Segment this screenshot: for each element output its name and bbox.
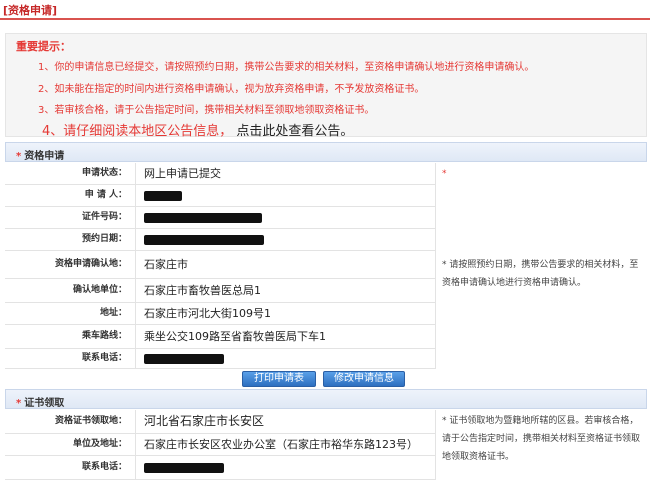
- table-row: 申请状态： 网上申请已提交: [5, 163, 435, 185]
- table-row: 预约日期：: [5, 229, 435, 251]
- notice-heading: 重要提示：: [16, 40, 71, 53]
- row-label: 预约日期：: [5, 229, 133, 250]
- table-row: 申 请 人：: [5, 185, 435, 207]
- section-apply-title: * 资格申请: [16, 151, 65, 162]
- notice-item-3: 3、若审核合格，请于公告指定时间，携带相关材料至领取地领取资格证书。: [38, 105, 375, 116]
- row-label: 证件号码：: [5, 207, 133, 228]
- row-label: 申 请 人：: [5, 185, 133, 206]
- view-announcement-link[interactable]: 点击此处查看公告。: [236, 124, 353, 139]
- section-cert-title: * 证书领取: [16, 398, 65, 409]
- redacted-block: [144, 235, 264, 245]
- cert-note-text: * 证书领取地为暨籍地所辖的区县。若审核合格，请于公告指定时间，携带相关材料至资…: [442, 416, 641, 462]
- apply-side-note: * * 请按照预约日期，携带公告要求的相关材料，至资格申请确认地进行资格申请确认…: [435, 163, 647, 369]
- page-header: [资格申请]: [0, 0, 650, 20]
- row-label: 联系电话：: [5, 349, 133, 368]
- important-notice: 重要提示： 1、你的申请信息已经提交，请按照预约日期，携带公告要求的相关材料，至…: [5, 33, 647, 139]
- apply-note-text: * 请按照预约日期，携带公告要求的相关材料，至资格申请确认地进行资格申请确认。: [442, 260, 639, 288]
- cert-pickup-location: 河北省石家庄市长安区: [135, 410, 435, 433]
- table-row: 资格证书领取地： 河北省石家庄市长安区: [5, 410, 435, 434]
- applicant-name: [135, 185, 435, 206]
- application-status: 网上申请已提交: [135, 163, 435, 184]
- notice-item-4-text: 4、请仔细阅读本地区公告信息，: [42, 124, 233, 139]
- table-row: 确认地单位： 石家庄市畜牧兽医总局1: [5, 279, 435, 303]
- notice-item-2: 2、如未能在指定的时间内进行资格申请确认，视为放弃资格申请，不予发放资格证书。: [38, 84, 425, 95]
- redacted-block: [144, 463, 224, 473]
- section-apply-header: * 资格申请: [5, 142, 647, 162]
- appointment-date: [135, 229, 435, 250]
- redacted-block: [144, 213, 262, 223]
- row-label: 资格证书领取地：: [5, 410, 133, 433]
- cert-side-note: * 证书领取地为暨籍地所辖的区县。若审核合格，请于公告指定时间，携带相关材料至资…: [435, 410, 647, 480]
- table-row: 乘车路线： 乘坐公交109路至省畜牧兽医局下车1: [5, 325, 435, 349]
- table-row: 资格申请确认地： 石家庄市: [5, 251, 435, 279]
- row-label: 单位及地址：: [5, 434, 133, 455]
- cert-unit-address: 石家庄市长安区农业办公室（石家庄市裕华东路123号）: [135, 434, 435, 455]
- notice-item-1: 1、你的申请信息已经提交，请按照预约日期，携带公告要求的相关材料，至资格申请确认…: [38, 62, 535, 73]
- row-label: 乘车路线：: [5, 325, 133, 348]
- table-row: 联系电话：: [5, 456, 435, 480]
- modify-application-button[interactable]: 修改申请信息: [323, 371, 405, 387]
- notice-item-4: 4、请仔细阅读本地区公告信息， 点击此处查看公告。: [42, 120, 353, 139]
- confirm-unit: 石家庄市畜牧兽医总局1: [135, 279, 435, 302]
- row-label: 资格申请确认地：: [5, 251, 133, 278]
- row-label: 地址：: [5, 303, 133, 324]
- id-number: [135, 207, 435, 228]
- row-label: 联系电话：: [5, 456, 133, 479]
- contact-phone: [135, 349, 435, 368]
- redacted-block: [144, 191, 182, 201]
- table-row: 单位及地址： 石家庄市长安区农业办公室（石家庄市裕华东路123号）: [5, 434, 435, 456]
- section-cert-header: * 证书领取: [5, 389, 647, 409]
- row-label: 确认地单位：: [5, 279, 133, 302]
- page-title: [资格申请]: [3, 4, 58, 17]
- table-row: 联系电话：: [5, 349, 435, 369]
- table-row: 证件号码：: [5, 207, 435, 229]
- bus-route: 乘坐公交109路至省畜牧兽医局下车1: [135, 325, 435, 348]
- cert-contact-phone: [135, 456, 435, 479]
- row-label: 申请状态：: [5, 163, 133, 184]
- side-star: *: [442, 169, 447, 179]
- table-row: 地址： 石家庄市河北大街109号1: [5, 303, 435, 325]
- confirm-location: 石家庄市: [135, 251, 435, 278]
- print-application-button[interactable]: 打印申请表: [242, 371, 316, 387]
- redacted-block: [144, 354, 224, 364]
- confirm-address: 石家庄市河北大街109号1: [135, 303, 435, 324]
